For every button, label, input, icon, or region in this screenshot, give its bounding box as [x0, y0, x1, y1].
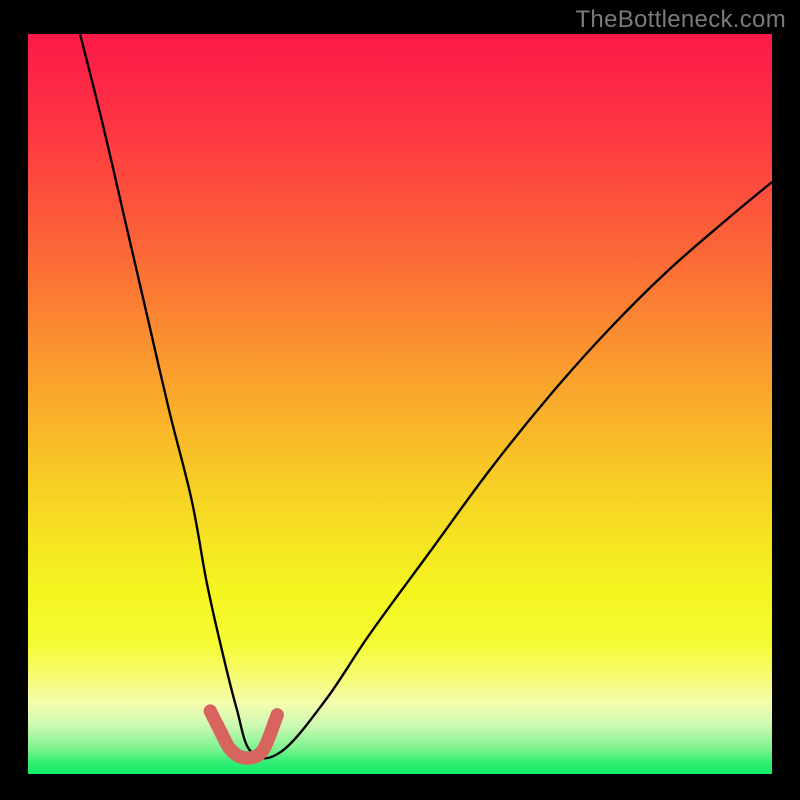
chart-frame: TheBottleneck.com	[0, 0, 800, 800]
bottleneck-curve	[80, 34, 772, 758]
curve-layer	[28, 34, 772, 774]
plot-area	[28, 34, 772, 774]
watermark-text: TheBottleneck.com	[575, 6, 786, 34]
